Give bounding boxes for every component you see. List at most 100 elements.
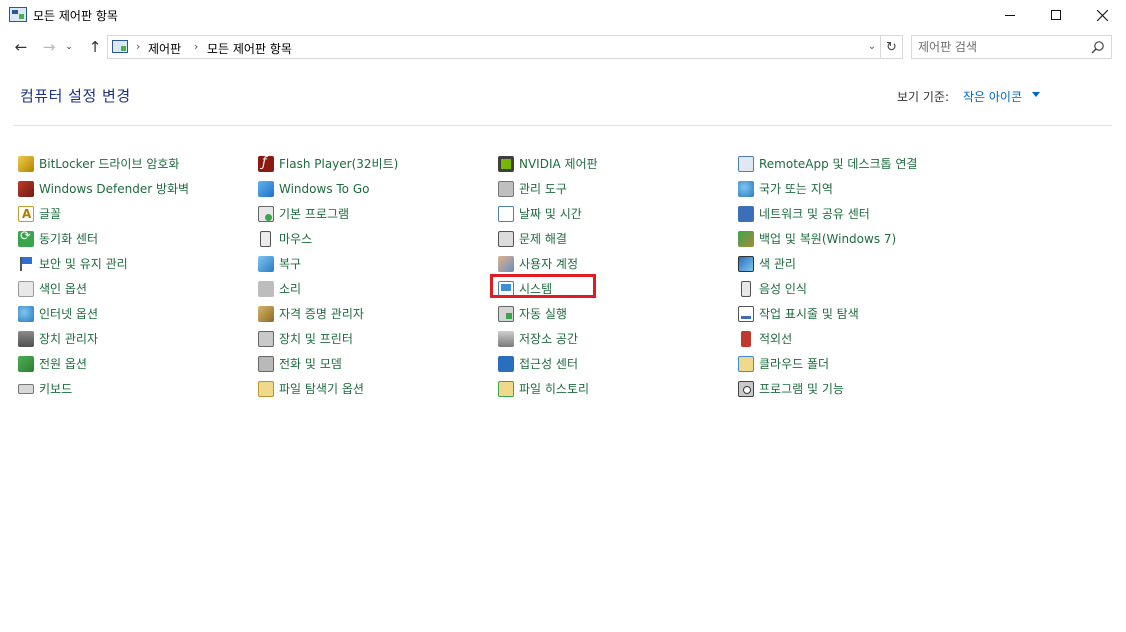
recent-locations-button[interactable]: ⌄ [63,37,75,57]
list-item-administrative-tools[interactable]: 관리 도구 [498,176,733,201]
item-label[interactable]: BitLocker 드라이브 암호화 [39,155,179,172]
list-item-programs-features[interactable]: 프로그램 및 기능 [738,376,973,401]
item-label[interactable]: 자격 증명 관리자 [279,305,364,322]
list-item-color-management[interactable]: 색 관리 [738,251,973,276]
item-label[interactable]: 글꼴 [39,205,61,222]
item-label[interactable]: 인터넷 옵션 [39,305,98,322]
list-item-internet-options[interactable]: 인터넷 옵션 [18,301,253,326]
close-button[interactable] [1079,0,1125,30]
breadcrumb-separator[interactable]: › [194,40,198,53]
list-item-power-options[interactable]: 전원 옵션 [18,351,253,376]
up-button[interactable]: ↑ [84,37,106,57]
item-label[interactable]: 파일 탐색기 옵션 [279,380,364,397]
list-item-default-programs[interactable]: 기본 프로그램 [258,201,493,226]
item-label[interactable]: 동기화 센터 [39,230,98,247]
item-label[interactable]: Windows Defender 방화벽 [39,180,189,197]
list-item-work-folders[interactable]: 클라우드 폴더 [738,351,973,376]
item-label[interactable]: 접근성 센터 [519,355,578,372]
list-item-file-history[interactable]: 파일 히스토리 [498,376,733,401]
list-item-bitlocker[interactable]: BitLocker 드라이브 암호화 [18,151,253,176]
item-label[interactable]: 관리 도구 [519,180,567,197]
list-item-network-sharing[interactable]: 네트워크 및 공유 센터 [738,201,973,226]
item-label[interactable]: 저장소 공간 [519,330,578,347]
item-label[interactable]: RemoteApp 및 데스크톱 연결 [759,155,917,172]
breadcrumb-all-items[interactable]: 모든 제어판 항목 [207,40,292,57]
item-label[interactable]: 복구 [279,255,301,272]
search-input[interactable] [918,39,1078,55]
list-item-speech-recognition[interactable]: 음성 인식 [738,276,973,301]
item-label[interactable]: 보안 및 유지 관리 [39,255,128,272]
list-item-sound[interactable]: 소리 [258,276,493,301]
item-label[interactable]: 적외선 [759,330,792,347]
list-item-sync-center[interactable]: 동기화 센터 [18,226,253,251]
item-label[interactable]: 클라우드 폴더 [759,355,829,372]
item-label[interactable]: NVIDIA 제어판 [519,155,598,172]
refresh-button[interactable]: ↻ [881,35,903,59]
item-label[interactable]: 색 관리 [759,255,796,272]
item-label[interactable]: 백업 및 복원(Windows 7) [759,230,896,247]
item-label[interactable]: 작업 표시줄 및 탐색 [759,305,859,322]
ease-of-access-icon [498,355,514,372]
forward-button[interactable]: → [38,37,60,57]
item-label[interactable]: Windows To Go [279,182,369,196]
list-item-devices-printers[interactable]: 장치 및 프린터 [258,326,493,351]
list-item-backup-restore[interactable]: 백업 및 복원(Windows 7) [738,226,973,251]
list-item-ease-of-access[interactable]: 접근성 센터 [498,351,733,376]
list-item-fonts[interactable]: 글꼴 [18,201,253,226]
list-item-remoteapp[interactable]: RemoteApp 및 데스크톱 연결 [738,151,973,176]
list-item-recovery[interactable]: 복구 [258,251,493,276]
list-item-device-manager[interactable]: 장치 관리자 [18,326,253,351]
list-item-user-accounts[interactable]: 사용자 계정 [498,251,733,276]
breadcrumb-control-panel[interactable]: 제어판 [148,40,181,57]
item-label[interactable]: Flash Player(32비트) [279,155,398,172]
list-item-indexing-options[interactable]: 색인 옵션 [18,276,253,301]
list-item-mouse[interactable]: 마우스 [258,226,493,251]
minimize-button[interactable] [987,0,1033,30]
search-box[interactable] [911,35,1112,59]
item-label[interactable]: 프로그램 및 기능 [759,380,844,397]
list-item-date-time[interactable]: 날짜 및 시간 [498,201,733,226]
item-label[interactable]: 파일 히스토리 [519,380,589,397]
list-item-flash-player[interactable]: Flash Player(32비트) [258,151,493,176]
back-button[interactable]: ← [10,37,32,57]
list-item-phone-modem[interactable]: 전화 및 모뎀 [258,351,493,376]
item-label[interactable]: 사용자 계정 [519,255,578,272]
item-label[interactable]: 전원 옵션 [39,355,87,372]
item-label[interactable]: 장치 및 프린터 [279,330,353,347]
list-item-credential-manager[interactable]: 자격 증명 관리자 [258,301,493,326]
item-label[interactable]: 마우스 [279,230,312,247]
item-label[interactable]: 기본 프로그램 [279,205,349,222]
search-icon[interactable] [1091,40,1105,54]
maximize-button[interactable] [1033,0,1079,30]
list-item-firewall[interactable]: Windows Defender 방화벽 [18,176,253,201]
caret-down-icon[interactable] [1032,92,1040,97]
item-label[interactable]: 색인 옵션 [39,280,87,297]
list-item-windows-to-go[interactable]: Windows To Go [258,176,493,201]
list-item-autoplay[interactable]: 자동 실행 [498,301,733,326]
list-item-keyboard[interactable]: 키보드 [18,376,253,401]
breadcrumb-separator[interactable]: › [136,40,140,53]
list-item-troubleshooting[interactable]: 문제 해결 [498,226,733,251]
list-item-region[interactable]: 국가 또는 지역 [738,176,973,201]
list-item-nvidia-control-panel[interactable]: NVIDIA 제어판 [498,151,733,176]
list-item-storage-spaces[interactable]: 저장소 공간 [498,326,733,351]
item-label[interactable]: 날짜 및 시간 [519,205,582,222]
item-label[interactable]: 소리 [279,280,301,297]
item-label[interactable]: 장치 관리자 [39,330,98,347]
item-label[interactable]: 문제 해결 [519,230,567,247]
list-item-system[interactable]: 시스템 [498,276,733,301]
item-label[interactable]: 네트워크 및 공유 센터 [759,205,870,222]
address-bar[interactable]: › 제어판 › 모든 제어판 항목 [107,35,881,59]
list-item-security-maintenance[interactable]: 보안 및 유지 관리 [18,251,253,276]
item-label[interactable]: 전화 및 모뎀 [279,355,342,372]
view-by-dropdown[interactable]: 작은 아이콘 [963,88,1022,105]
item-label[interactable]: 시스템 [519,280,552,297]
address-dropdown-button[interactable]: ⌄ [865,36,879,56]
item-label[interactable]: 음성 인식 [759,280,807,297]
list-item-file-explorer-options[interactable]: 파일 탐색기 옵션 [258,376,493,401]
item-label[interactable]: 키보드 [39,380,72,397]
item-label[interactable]: 국가 또는 지역 [759,180,833,197]
list-item-infrared[interactable]: 적외선 [738,326,973,351]
item-label[interactable]: 자동 실행 [519,305,567,322]
list-item-taskbar-navigation[interactable]: 작업 표시줄 및 탐색 [738,301,973,326]
